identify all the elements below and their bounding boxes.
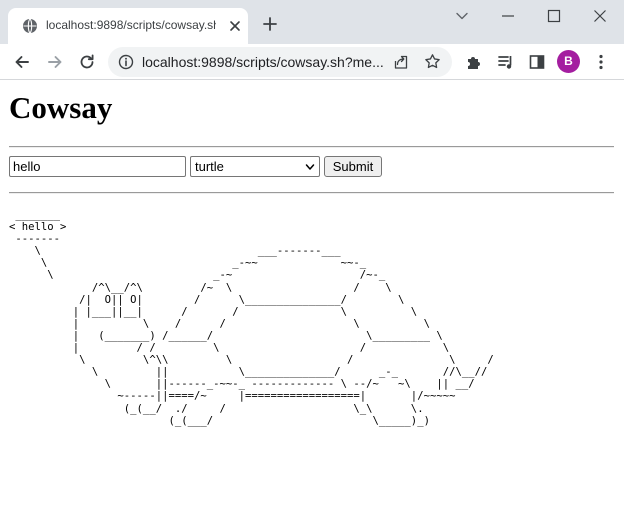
cowsay-output: _______ < hello > ------- \ ___-------__… bbox=[9, 209, 494, 427]
side-panel-icon[interactable] bbox=[528, 53, 546, 71]
kebab-menu-icon[interactable] bbox=[592, 53, 610, 71]
maximize-icon[interactable] bbox=[546, 8, 562, 24]
tab-strip: localhost:9898/scripts/cowsay.sh bbox=[0, 0, 624, 44]
puzzle-icon[interactable] bbox=[465, 53, 483, 71]
browser-toolbar: localhost:9898/scripts/cowsay.sh?me... B bbox=[0, 44, 624, 80]
minimize-icon[interactable] bbox=[500, 8, 516, 24]
cow-select[interactable]: turtle bbox=[190, 156, 320, 177]
message-input[interactable] bbox=[9, 156, 186, 177]
media-queue-icon[interactable] bbox=[497, 53, 515, 71]
info-icon[interactable] bbox=[118, 54, 134, 70]
submit-button[interactable]: Submit bbox=[324, 156, 382, 177]
page-title: Cowsay bbox=[9, 90, 113, 125]
star-icon[interactable] bbox=[424, 53, 441, 70]
profile-avatar[interactable]: B bbox=[557, 50, 580, 73]
globe-icon bbox=[23, 18, 37, 34]
tab-title: localhost:9898/scripts/cowsay.sh bbox=[46, 18, 216, 32]
cow-select-value: turtle bbox=[195, 159, 224, 174]
tab-cowsay[interactable]: localhost:9898/scripts/cowsay.sh bbox=[8, 8, 248, 44]
forward-arrow-icon[interactable] bbox=[46, 53, 64, 71]
share-icon[interactable] bbox=[393, 54, 409, 70]
url-text: localhost:9898/scripts/cowsay.sh?me... bbox=[142, 54, 384, 70]
reload-icon[interactable] bbox=[78, 53, 96, 71]
plus-icon[interactable] bbox=[262, 16, 278, 32]
chevron-down-icon[interactable] bbox=[454, 8, 470, 24]
browser-window: localhost:9898/scripts/cowsay.sh localho… bbox=[0, 0, 624, 530]
page-content: Cowsay turtle Submit _______ < hello > -… bbox=[0, 81, 624, 530]
back-arrow-icon[interactable] bbox=[13, 53, 31, 71]
chevron-down-icon bbox=[305, 164, 315, 170]
top-divider bbox=[9, 146, 614, 148]
window-close-icon[interactable] bbox=[592, 8, 608, 24]
address-bar[interactable]: localhost:9898/scripts/cowsay.sh?me... bbox=[108, 47, 452, 77]
close-icon[interactable] bbox=[228, 19, 242, 33]
bottom-divider bbox=[9, 192, 614, 194]
